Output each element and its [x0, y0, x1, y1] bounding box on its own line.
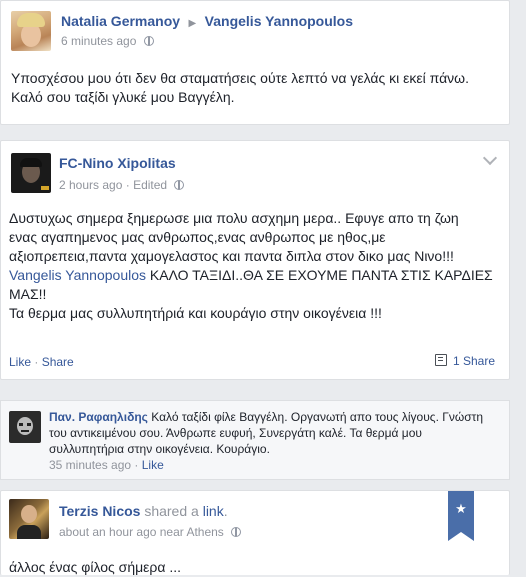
author-terzis[interactable]: Terzis Nicos	[59, 503, 140, 519]
timestamp[interactable]: 6 minutes ago	[61, 34, 136, 48]
edited-label[interactable]: Edited	[133, 178, 167, 192]
post-nino: FC-Nino Xipolitas 2 hours ago · Edited Δ…	[0, 140, 510, 380]
shared-text: shared a	[140, 503, 203, 519]
author-natalia[interactable]: Natalia Germanoy	[61, 13, 180, 29]
timestamp[interactable]: 2 hours ago	[59, 178, 122, 192]
like-button[interactable]: Like	[9, 355, 31, 369]
post-text-line: ΜΑΣ!!	[9, 286, 47, 302]
timestamp[interactable]: about an hour ago near Athens	[59, 525, 224, 539]
comment-text-line: Παν. Ραφαηλιδης Καλό ταξίδι φίλε Βαγγέλη…	[49, 409, 504, 425]
post-terzis: Terzis Nicos shared a link. about an hou…	[0, 490, 510, 575]
avatar-terzis[interactable]	[9, 499, 49, 539]
share-icon	[434, 354, 447, 366]
period: .	[223, 503, 228, 519]
post-text-line: ενας αγαπημενος μας ανθρωπος,ενας ανθρωπ…	[9, 229, 386, 245]
post-text-line: Δυστυχως σημερα ξημερωσε μια πολυ ασχημη…	[9, 210, 459, 226]
share-count[interactable]: 1 Share	[453, 354, 495, 368]
comment-author[interactable]: Παν. Ραφαηλιδης	[49, 410, 148, 424]
globe-icon[interactable]	[143, 36, 154, 46]
separator: ·	[31, 355, 42, 369]
post-text-line: Καλό σου ταξίδι γλυκέ μου Βαγγέλη.	[11, 89, 235, 105]
post-text-line: άλλος ένας φίλος σήμερα ...	[9, 559, 182, 575]
post-text-fragment: ΚΑΛΟ ΤΑΞΙΔΙ..ΘΑ ΣΕ ΕΧΟΥΜΕ ΠΑΝΤΑ ΣΤΙΣ ΚΑΡ…	[146, 267, 493, 283]
comment-text-line: του αντικειμένου σου. Άνθρωπε ευφυή, Συν…	[49, 426, 422, 440]
globe-icon[interactable]	[231, 527, 242, 537]
separator: ·	[131, 458, 142, 472]
comment-block: Παν. Ραφαηλιδης Καλό ταξίδι φίλε Βαγγέλη…	[0, 400, 510, 480]
separator: ·	[125, 178, 134, 192]
comment-text: Καλό ταξίδι φίλε Βαγγέλη. Οργανωτή απο τ…	[147, 410, 484, 424]
post-text-line: Vangelis Yannopoulos ΚΑΛΟ ΤΑΞΙΔΙ..ΘΑ ΣΕ …	[9, 266, 504, 285]
avatar-natalia[interactable]	[11, 11, 51, 51]
post-text-line: αξιοπρεπεια,παντα χαμογελαστος και παντα…	[9, 248, 454, 264]
post-text-line: Τα θερμα μας συλλυπητήριά και κουράγιο σ…	[9, 305, 382, 321]
shared-link[interactable]: link	[203, 503, 224, 519]
bookmark-star-icon[interactable]: ★	[448, 491, 474, 541]
mention-vangelis[interactable]: Vangelis Yannopoulos	[9, 267, 146, 283]
globe-icon[interactable]	[174, 180, 185, 190]
comment-meta: 35 minutes ago · Like	[49, 457, 504, 473]
avatar-rafailidis[interactable]	[9, 411, 41, 443]
post-natalia: Natalia Germanoy ▶ Vangelis Yannopoulos …	[0, 0, 510, 125]
comment-timestamp[interactable]: 35 minutes ago	[49, 458, 131, 472]
comment-text-line: συλλυπητήρια στην οικογένεια. Κουράγιο.	[49, 442, 270, 456]
share-button[interactable]: Share	[42, 355, 74, 369]
arrow-right-icon: ▶	[188, 18, 197, 29]
avatar-nino[interactable]	[11, 153, 51, 193]
post-text-line: Υποσχέσου μου ότι δεν θα σταματήσεις ούτ…	[11, 70, 469, 86]
chevron-down-icon[interactable]	[482, 150, 498, 166]
author-nino[interactable]: FC-Nino Xipolitas	[59, 155, 176, 171]
comment-like-button[interactable]: Like	[142, 458, 164, 472]
target-vangelis[interactable]: Vangelis Yannopoulos	[205, 13, 353, 29]
